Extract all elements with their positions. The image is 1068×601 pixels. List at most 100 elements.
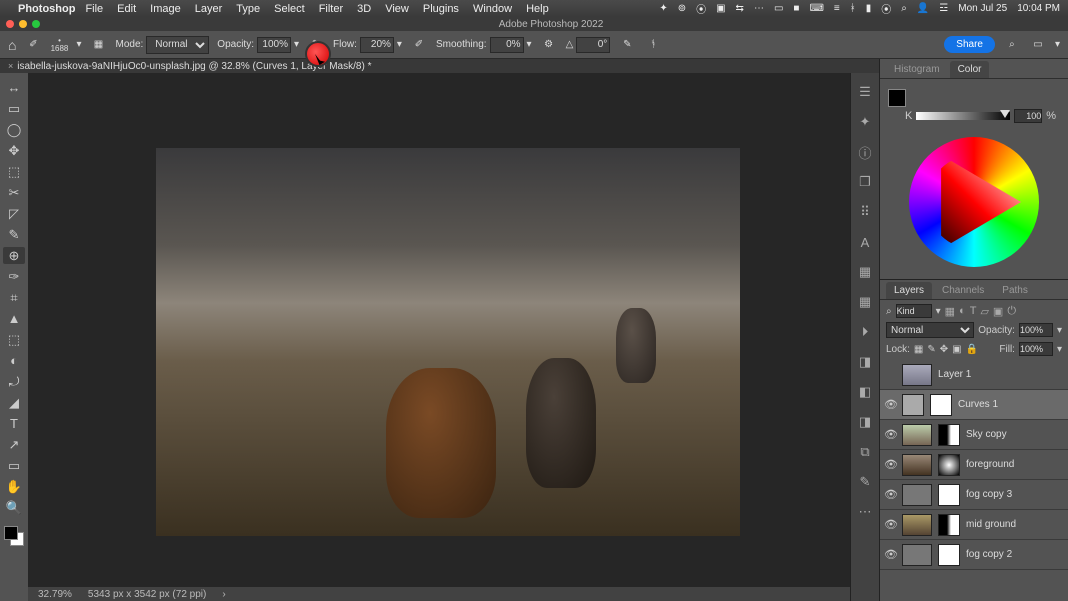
- dodge-tool[interactable]: ⤾: [3, 373, 25, 390]
- menubar-bluetooth-icon[interactable]: ᚼ: [850, 3, 856, 14]
- app-name[interactable]: Photoshop: [18, 3, 75, 15]
- lock-position-icon[interactable]: ✥: [940, 344, 948, 355]
- workspace-dropdown-icon[interactable]: ▾: [1055, 39, 1060, 50]
- layer-name[interactable]: Layer 1: [938, 369, 971, 380]
- filter-shape-icon[interactable]: ▱: [980, 305, 988, 318]
- smoothing-gear-icon[interactable]: ⚙: [540, 36, 558, 54]
- dock-icon[interactable]: ☰: [856, 83, 874, 101]
- move-tool[interactable]: ↔: [3, 79, 25, 96]
- tab-histogram[interactable]: Histogram: [886, 61, 948, 78]
- menubar-control-center-icon[interactable]: ☲: [939, 3, 948, 14]
- filter-toggle-icon[interactable]: ⏻: [1007, 305, 1016, 318]
- dock-icon[interactable]: ◨: [856, 353, 874, 371]
- layer-name[interactable]: fog copy 3: [966, 489, 1012, 500]
- k-slider-thumb[interactable]: [1000, 110, 1010, 118]
- lock-all-icon[interactable]: 🔒: [966, 344, 978, 355]
- tab-color[interactable]: Color: [950, 61, 990, 78]
- brush-tool-icon[interactable]: ✐: [24, 36, 42, 54]
- visibility-toggle[interactable]: 👁: [884, 488, 896, 501]
- menubar-battery-icon[interactable]: ▮: [866, 3, 872, 14]
- visibility-toggle[interactable]: 👁: [884, 428, 896, 441]
- share-button[interactable]: Share: [944, 36, 995, 53]
- smoothing-dropdown-icon[interactable]: ▾: [527, 39, 532, 50]
- workspace-icon[interactable]: ▭: [1029, 36, 1047, 54]
- status-chevron-icon[interactable]: ›: [222, 589, 225, 600]
- menu-file[interactable]: File: [85, 3, 103, 15]
- color-wheel[interactable]: [909, 137, 1039, 267]
- menu-layer[interactable]: Layer: [195, 3, 223, 15]
- dock-icon[interactable]: ❐: [856, 173, 874, 191]
- opacity-dropdown-icon[interactable]: ▾: [294, 39, 299, 50]
- menu-help[interactable]: Help: [526, 3, 549, 15]
- layer-thumb[interactable]: [902, 514, 932, 536]
- eyedropper-tool[interactable]: ◸: [3, 205, 25, 222]
- type-tool[interactable]: T: [3, 415, 25, 432]
- layer-mask-thumb[interactable]: [938, 514, 960, 536]
- filter-adjust-icon[interactable]: ◐: [959, 305, 966, 318]
- shape-tool[interactable]: ▭: [3, 457, 25, 474]
- menubar-ornament-icon[interactable]: ✦: [659, 3, 667, 14]
- layer-mask-thumb[interactable]: [938, 544, 960, 566]
- filter-kind-input[interactable]: [896, 304, 932, 318]
- dock-icon[interactable]: ✎: [856, 473, 874, 491]
- dock-icon[interactable]: ⋯: [856, 503, 874, 521]
- menubar-display-icon[interactable]: ▭: [774, 3, 783, 14]
- tab-close-icon[interactable]: ×: [8, 61, 13, 71]
- layer-thumb[interactable]: [902, 454, 932, 476]
- smoothing-input[interactable]: [490, 37, 524, 53]
- tab-channels[interactable]: Channels: [934, 282, 992, 299]
- menubar-dots-icon[interactable]: ⋯: [754, 3, 764, 14]
- dock-icon[interactable]: ◨: [856, 413, 874, 431]
- layer-mask-thumb[interactable]: [938, 454, 960, 476]
- angle-icon[interactable]: △: [566, 39, 574, 50]
- opacity-input[interactable]: [257, 37, 291, 53]
- menu-3d[interactable]: 3D: [357, 3, 371, 15]
- marquee-tool[interactable]: ▭: [3, 100, 25, 117]
- menu-window[interactable]: Window: [473, 3, 512, 15]
- layer-thumb[interactable]: [902, 484, 932, 506]
- dock-icon[interactable]: ⏵: [856, 323, 874, 341]
- layer-row[interactable]: 👁 foreground: [880, 450, 1068, 480]
- layer-row[interactable]: 👁 fog copy 3: [880, 480, 1068, 510]
- window-zoom-button[interactable]: [32, 20, 40, 28]
- brush-panel-icon[interactable]: ▦: [90, 36, 108, 54]
- document-image[interactable]: [156, 148, 740, 536]
- menubar-camera-icon[interactable]: ▣: [716, 3, 725, 14]
- dock-icon[interactable]: ⓘ: [856, 143, 874, 161]
- dock-icon[interactable]: ⧉: [856, 443, 874, 461]
- clone-stamp-tool[interactable]: ✑: [3, 268, 25, 285]
- pressure-size-icon[interactable]: ✎: [618, 36, 636, 54]
- menubar-keys-icon[interactable]: ⌨: [809, 3, 823, 14]
- search-icon[interactable]: ⌕: [1003, 36, 1021, 54]
- menubar-cc-icon[interactable]: ⊚: [678, 3, 686, 14]
- menu-view[interactable]: View: [385, 3, 409, 15]
- k-value-input[interactable]: [1014, 109, 1042, 123]
- menubar-search-icon[interactable]: ⌕: [901, 3, 907, 14]
- tab-paths[interactable]: Paths: [994, 282, 1036, 299]
- menubar-badge-icon[interactable]: ■: [793, 3, 799, 14]
- lock-transparent-icon[interactable]: ▦: [914, 344, 923, 355]
- visibility-toggle[interactable]: 👁: [884, 398, 896, 411]
- filter-search-icon[interactable]: ⌕: [886, 306, 892, 317]
- filter-smart-icon[interactable]: ▣: [993, 305, 1003, 318]
- menu-plugins[interactable]: Plugins: [423, 3, 459, 15]
- path-select-tool[interactable]: ↗: [3, 436, 25, 453]
- menu-filter[interactable]: Filter: [319, 3, 343, 15]
- pen-tool[interactable]: ◢: [3, 394, 25, 411]
- menubar-record-icon[interactable]: ⦿: [696, 1, 706, 16]
- blur-tool[interactable]: ◐: [3, 352, 25, 369]
- menubar-date[interactable]: Mon Jul 25: [958, 3, 1007, 14]
- brush-preset-picker[interactable]: •1688: [50, 36, 68, 54]
- lock-pixels-icon[interactable]: ✎: [927, 344, 935, 355]
- lasso-tool[interactable]: ◯: [3, 121, 25, 138]
- layer-mask-thumb[interactable]: [930, 394, 952, 416]
- object-select-tool[interactable]: ✥: [3, 142, 25, 159]
- crop-tool[interactable]: ⬚: [3, 163, 25, 180]
- layer-name[interactable]: Curves 1: [958, 399, 998, 410]
- flow-dropdown-icon[interactable]: ▾: [397, 39, 402, 50]
- adjustment-icon[interactable]: [902, 394, 924, 416]
- zoom-tool[interactable]: 🔍: [3, 499, 25, 516]
- filter-dropdown-icon[interactable]: ▾: [936, 306, 941, 317]
- layer-row[interactable]: Layer 1: [880, 360, 1068, 390]
- visibility-toggle[interactable]: 👁: [884, 518, 896, 531]
